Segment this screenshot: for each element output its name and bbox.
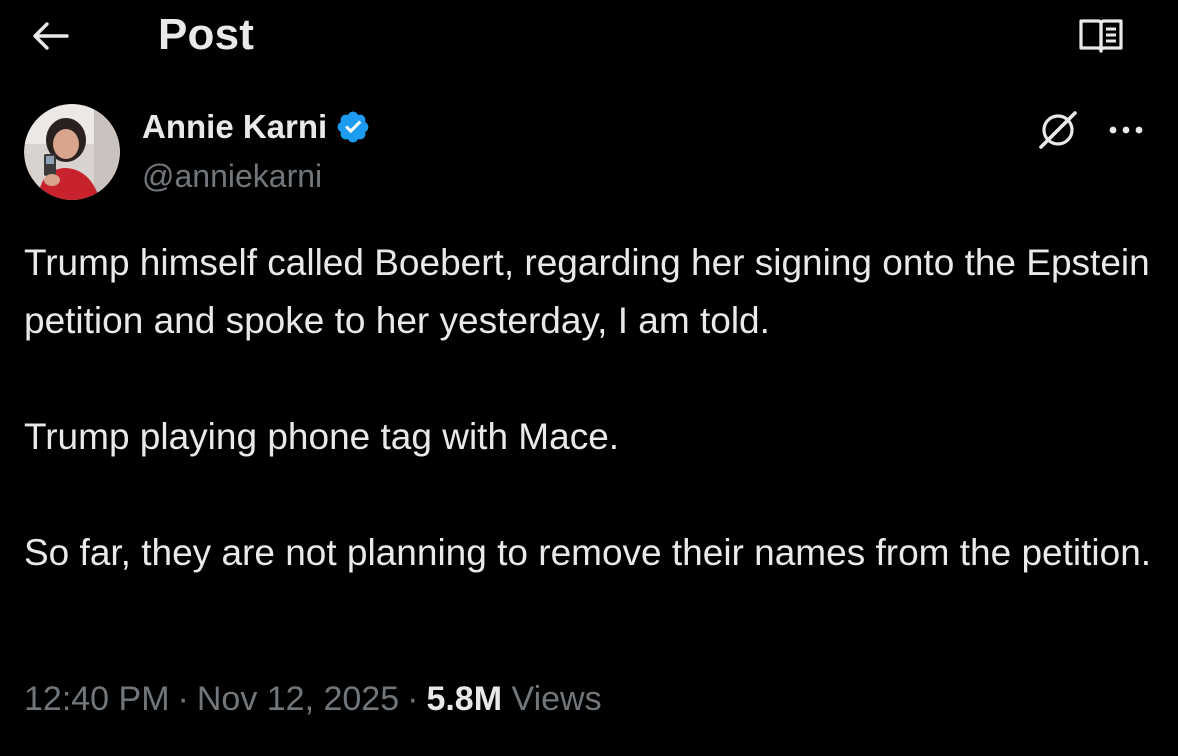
arrow-left-icon bbox=[33, 22, 69, 50]
views-label: Views bbox=[511, 680, 602, 718]
post-metadata: 12:40 PM · Nov 12, 2025 · 5.8M Views bbox=[24, 680, 602, 719]
page-title: Post bbox=[158, 10, 255, 59]
author-display-name: Annie Karni bbox=[142, 108, 328, 145]
author-name-link[interactable]: Annie Karni bbox=[142, 108, 371, 146]
avatar-photo bbox=[24, 104, 120, 200]
post-date: Nov 12, 2025 bbox=[196, 680, 400, 718]
reader-mode-button[interactable] bbox=[1074, 14, 1128, 58]
separator: · bbox=[177, 680, 189, 718]
views-count: 5.8M bbox=[426, 680, 503, 718]
post-paragraph: So far, they are not planning to remove … bbox=[24, 532, 1152, 573]
author-handle[interactable]: @anniekarni bbox=[142, 158, 322, 195]
post-time: 12:40 PM bbox=[24, 680, 170, 718]
grok-icon bbox=[1039, 111, 1077, 149]
post-paragraph: Trump himself called Boebert, regarding … bbox=[24, 242, 1160, 341]
post-timestamp-link[interactable]: 12:40 PM · Nov 12, 2025 bbox=[24, 680, 399, 718]
post-text: Trump himself called Boebert, regarding … bbox=[24, 234, 1154, 582]
more-horizontal-icon bbox=[1109, 126, 1143, 134]
more-options-button[interactable] bbox=[1098, 108, 1154, 152]
grok-button[interactable] bbox=[1030, 104, 1086, 156]
reader-mode-icon bbox=[1079, 19, 1123, 53]
avatar[interactable] bbox=[24, 104, 120, 200]
separator: · bbox=[407, 680, 419, 718]
views-link[interactable]: 5.8M Views bbox=[426, 680, 601, 718]
top-bar: Post bbox=[0, 0, 1178, 72]
post-author: Annie Karni @anniekarni bbox=[24, 104, 1154, 204]
post-paragraph: Trump playing phone tag with Mace. bbox=[24, 416, 620, 457]
back-button[interactable] bbox=[28, 16, 72, 56]
verified-badge-icon bbox=[337, 111, 369, 143]
